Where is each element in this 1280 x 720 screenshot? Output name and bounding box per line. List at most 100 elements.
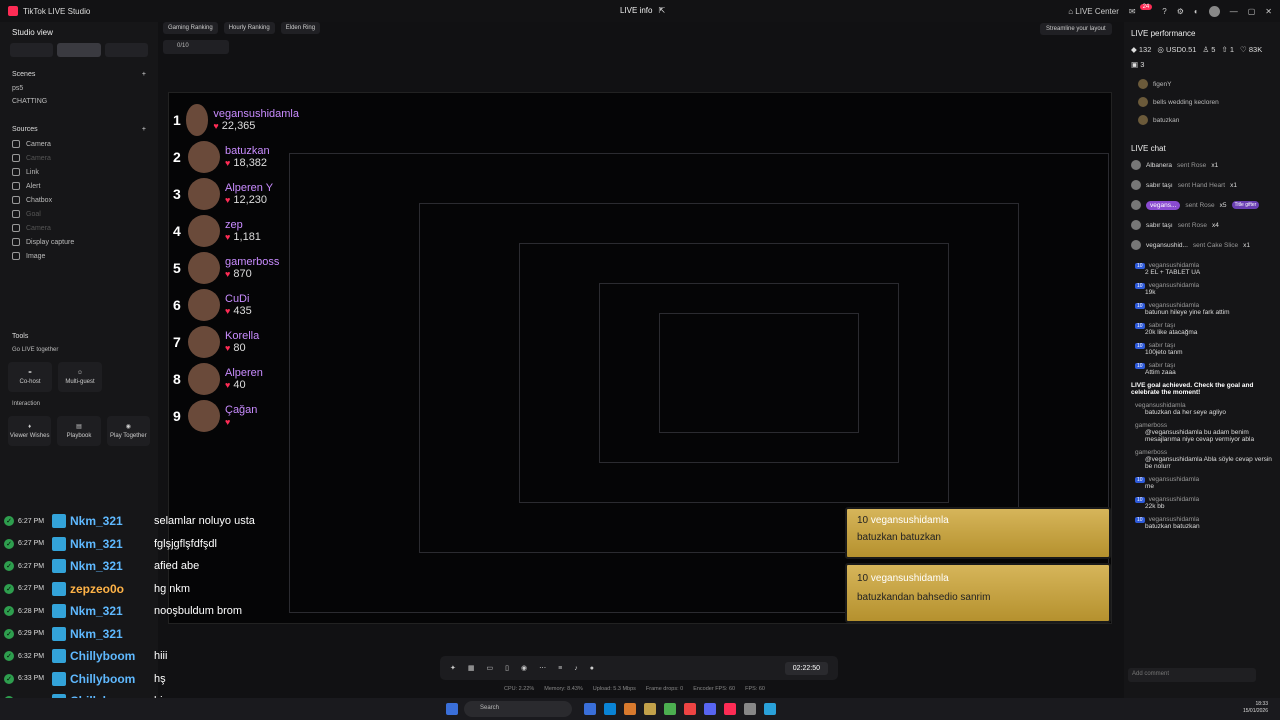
source-item[interactable]: Goal xyxy=(0,207,158,221)
tab-gaming-ranking[interactable]: Gaming Ranking xyxy=(163,22,218,34)
cohost-button[interactable]: ⚭ Co-host xyxy=(8,362,52,392)
windows-start-icon[interactable] xyxy=(446,703,458,715)
source-item[interactable]: Image xyxy=(0,249,158,263)
view-mode-portrait[interactable] xyxy=(10,43,54,57)
source-label: Goal xyxy=(26,210,41,218)
live-info-button[interactable]: LIVE info ⇱ xyxy=(620,6,665,15)
chat-time: 6:29 PM xyxy=(18,630,45,638)
app-icon[interactable] xyxy=(724,703,736,715)
add-comment-input[interactable]: Add comment xyxy=(1128,668,1256,682)
phone-icon[interactable]: ▯ xyxy=(505,664,509,672)
comment-user[interactable]: 10 vegansushidamla xyxy=(1131,516,1273,523)
source-item[interactable]: Camera xyxy=(0,151,158,165)
gift-count: x1 xyxy=(1243,241,1250,249)
more-icon[interactable]: ⋯ xyxy=(539,664,546,672)
source-item[interactable]: Alert xyxy=(0,179,158,193)
scene-item[interactable]: CHATTING xyxy=(0,95,158,108)
comment-user[interactable]: 10 sabır taşı xyxy=(1131,362,1273,369)
ranking-name: gamerboss xyxy=(225,255,280,268)
gift-user[interactable]: sabır taşı xyxy=(1146,182,1173,189)
viewer-wishes-button[interactable]: ♦ Viewer Wishes xyxy=(8,416,52,446)
comment-user[interactable]: 10 sabır taşı xyxy=(1131,322,1273,329)
stream-stats: CPU: 2.22% Memory: 8.43% Upload: 5.3 Mbps F… xyxy=(504,686,765,692)
chat-time: 6:27 PM xyxy=(18,540,45,548)
chat-overlay-row: ✓ 6:29 PM Nkm_321 xyxy=(0,623,340,646)
app-icon[interactable] xyxy=(764,703,776,715)
view-mode-landscape[interactable] xyxy=(57,43,101,57)
playbook-button[interactable]: ▤ Playbook xyxy=(57,416,101,446)
goal-widget[interactable]: 0/10 xyxy=(163,40,229,54)
comment-user[interactable]: 10 vegansushidamla xyxy=(1131,262,1273,269)
help-icon[interactable]: ? xyxy=(1162,7,1166,16)
recursive-frame xyxy=(659,313,859,433)
source-item[interactable]: Display capture xyxy=(0,235,158,249)
level-badge: 10 xyxy=(1135,282,1145,289)
app-icon[interactable] xyxy=(644,703,656,715)
ranking-row: 4 zep ♥ 1,181 xyxy=(169,212,299,249)
comment-username: sabır taşı xyxy=(1148,342,1176,349)
ranking-name: vegansushidamla xyxy=(213,107,299,120)
play-together-button[interactable]: ◉ Play Together xyxy=(106,416,150,446)
taskbar-search[interactable]: Search xyxy=(464,701,572,717)
source-item[interactable]: Camera xyxy=(0,137,158,151)
maximize-icon[interactable]: ▢ xyxy=(1248,7,1256,16)
scene-item[interactable]: ps5 xyxy=(0,82,158,95)
layout-icon[interactable]: ▦ xyxy=(468,664,475,672)
ranking-value-text: 1,181 xyxy=(230,230,261,243)
app-icon[interactable] xyxy=(604,703,616,715)
app-icon[interactable] xyxy=(584,703,596,715)
comment-text: 100jeto tanm xyxy=(1145,349,1183,356)
app-icon[interactable] xyxy=(684,703,696,715)
streamline-layout-button[interactable]: Streamline your layout xyxy=(1040,23,1112,35)
comment-user[interactable]: 10 vegansushidamla xyxy=(1131,476,1273,483)
comment-user[interactable]: 10 sabır taşı xyxy=(1131,342,1273,349)
screen-icon[interactable]: ▭ xyxy=(487,664,494,672)
gift-user[interactable]: vegans... xyxy=(1146,200,1181,210)
studio-view-select[interactable]: Studio view xyxy=(0,22,158,43)
comment-user[interactable]: vegansushidamla xyxy=(1131,402,1273,409)
theme-icon[interactable]: ◐ xyxy=(1194,7,1199,16)
comment: 10 vegansushidamla batunun hileye yine far… xyxy=(1124,299,1280,319)
app-icon[interactable] xyxy=(664,703,676,715)
source-item[interactable]: Link xyxy=(0,165,158,179)
comment-username: vegansushidamla xyxy=(1135,402,1186,409)
avatar[interactable] xyxy=(1208,5,1220,17)
settings-icon[interactable]: ⚙ xyxy=(1177,7,1184,16)
source-item[interactable]: Camera xyxy=(0,221,158,235)
volume-icon[interactable]: ♪ xyxy=(574,665,578,672)
app-icon[interactable] xyxy=(624,703,636,715)
add-scene-icon[interactable]: + xyxy=(142,71,146,78)
app-icon[interactable] xyxy=(744,703,756,715)
comment-user[interactable]: 10 vegansushidamla xyxy=(1131,496,1273,503)
gift-count: x1 xyxy=(1211,161,1219,169)
comment-text: @vegansushidamla Abla söyle cevap versin… xyxy=(1145,456,1272,470)
comment-user[interactable]: 10 vegansushidamla xyxy=(1131,302,1273,309)
ranking-value: ♥ 40 xyxy=(225,379,263,391)
gift-user[interactable]: sabır taşı xyxy=(1146,222,1173,229)
multiguest-button[interactable]: ☺ Multi-guest xyxy=(58,362,102,392)
record-icon[interactable]: ◉ xyxy=(521,664,527,672)
source-label: Camera xyxy=(26,154,51,162)
notification-icon[interactable]: ✉ xyxy=(1129,7,1136,16)
app-icon[interactable] xyxy=(704,703,716,715)
mic-icon[interactable]: ● xyxy=(590,665,594,672)
playbook-icon: ▤ xyxy=(76,424,82,430)
comment-user[interactable]: gamerboss xyxy=(1131,449,1273,456)
tab-hourly-ranking[interactable]: Hourly Ranking xyxy=(223,22,275,34)
live-center-button[interactable]: ⌂ LIVE Center xyxy=(1068,7,1119,16)
view-mode-split[interactable] xyxy=(104,43,148,57)
source-item[interactable]: Chatbox xyxy=(0,193,158,207)
chat-time: 6:27 PM xyxy=(18,585,45,593)
comment-user[interactable]: gamerboss xyxy=(1131,422,1273,429)
effects-icon[interactable]: ✦ xyxy=(450,664,456,672)
close-icon[interactable]: ✕ xyxy=(1265,7,1272,16)
gift-text: sent Rose xyxy=(1177,221,1208,229)
gift-user[interactable]: Albanera xyxy=(1146,162,1172,169)
mixer-icon[interactable]: ≡ xyxy=(558,665,562,672)
gift-user[interactable]: vegansushid... xyxy=(1146,242,1188,249)
add-source-icon[interactable]: + xyxy=(142,126,146,133)
comment-user[interactable]: 10 vegansushidamla xyxy=(1131,282,1273,289)
minimize-icon[interactable]: — xyxy=(1230,7,1238,16)
ranking-row: 8 Alperen ♥ 40 xyxy=(169,360,299,397)
tab-elden-ring[interactable]: Elden Ring xyxy=(280,22,321,34)
